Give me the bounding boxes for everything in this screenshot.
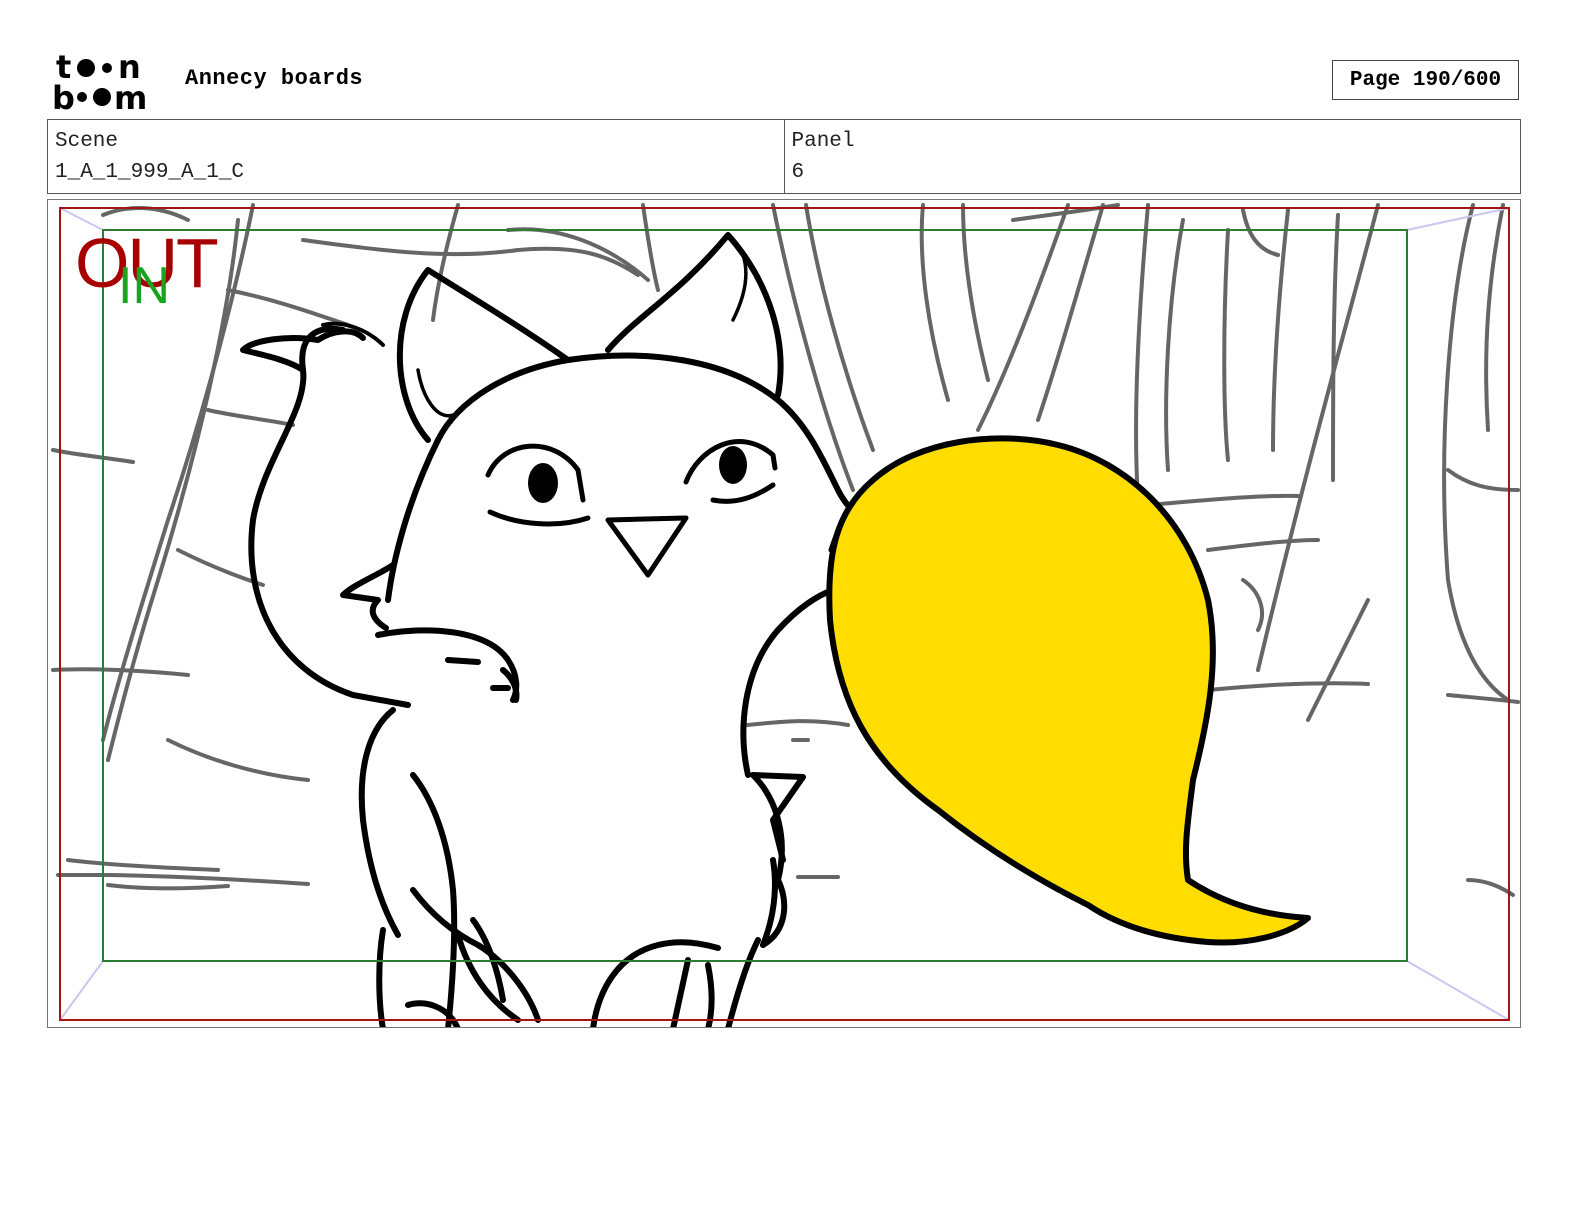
scene-cell: Scene 1_A_1_999_A_1_C — [48, 120, 784, 193]
panel-label: Panel — [791, 130, 855, 153]
scene-value: 1_A_1_999_A_1_C — [55, 161, 245, 184]
page-number-badge: Page 190/600 — [1332, 60, 1519, 100]
storyboard-panel: OUT IN — [47, 199, 1521, 1028]
panel-value: 6 — [791, 161, 805, 184]
svg-text:b: b — [52, 79, 75, 112]
scene-panel-info: Scene 1_A_1_999_A_1_C Panel 6 — [47, 119, 1521, 194]
svg-text:m: m — [114, 79, 147, 112]
in-label: IN — [118, 257, 170, 315]
toon-boom-logo: t n b m — [52, 50, 147, 112]
fox-character — [240, 232, 1311, 1027]
scene-label: Scene — [55, 130, 119, 153]
background-sketch — [51, 203, 1520, 897]
project-title: Annecy boards — [185, 66, 364, 91]
panel-cell: Panel 6 — [783, 120, 1521, 193]
